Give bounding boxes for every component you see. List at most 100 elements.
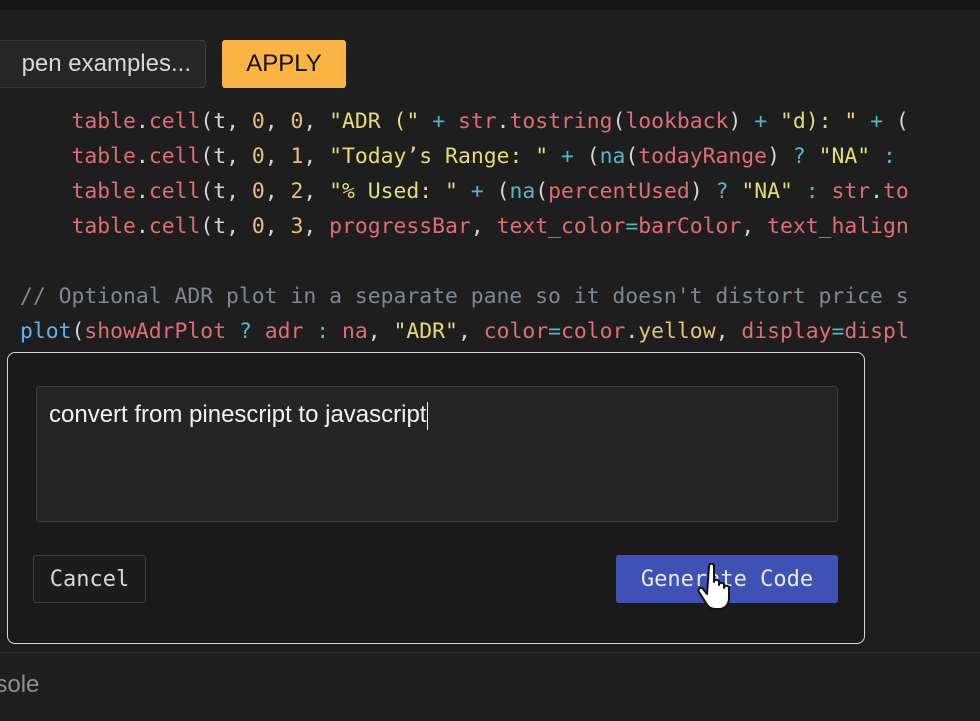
open-examples-button[interactable]: pen examples... xyxy=(0,40,206,88)
code-token: . xyxy=(135,214,149,239)
code-token: plot xyxy=(20,319,72,344)
code-token: , xyxy=(264,214,291,239)
code-token: + xyxy=(548,144,587,169)
code-token: ( xyxy=(895,109,909,134)
bottom-panel: nsole xyxy=(0,652,980,721)
code-token: = xyxy=(548,319,561,344)
code-token: ? xyxy=(226,319,265,344)
text-caret xyxy=(427,401,429,430)
apply-button[interactable]: APPLY xyxy=(222,40,346,88)
code-token: , xyxy=(741,214,768,239)
code-token: , xyxy=(457,319,484,344)
code-token: yellow xyxy=(638,319,716,344)
code-token: 2 xyxy=(290,179,304,204)
code-token: progressBar xyxy=(329,214,471,239)
code-token: 1 xyxy=(290,144,304,169)
code-token: todayRange xyxy=(638,144,768,169)
code-line: plot(showAdrPlot ? adr : na, "ADR", colo… xyxy=(20,314,909,349)
code-token: : xyxy=(303,319,342,344)
code-token: table xyxy=(71,144,136,169)
code-token: 3 xyxy=(290,214,304,239)
code-token: (t, xyxy=(200,214,252,239)
code-token: ( xyxy=(586,144,600,169)
console-tab-label: nsole xyxy=(0,671,40,698)
code-token: (t, xyxy=(200,109,252,134)
code-token: = xyxy=(625,214,639,239)
code-line: table.cell(t, 0, 1, "Today’s Range: " + … xyxy=(20,139,909,174)
code-token: cell xyxy=(148,179,201,204)
code-token: 0 xyxy=(251,179,265,204)
code-token: , xyxy=(303,144,330,169)
code-token: , xyxy=(264,144,291,169)
toolbar: pen examples... APPLY xyxy=(0,10,980,96)
code-token: color xyxy=(561,319,626,344)
code-token: , xyxy=(264,109,291,134)
code-token: . xyxy=(496,109,510,134)
code-token: // Optional ADR plot in a separate pane … xyxy=(20,284,909,309)
code-token: barColor xyxy=(638,214,742,239)
code-token: 0 xyxy=(251,144,265,169)
code-token: ) xyxy=(728,109,742,134)
code-token: "NA" xyxy=(741,179,793,204)
code-token: adr xyxy=(264,319,304,344)
code-token: ( xyxy=(625,144,639,169)
code-token: "% Used: " xyxy=(329,179,458,204)
code-token: na xyxy=(342,319,368,344)
code-token: "Today’s Range: " xyxy=(329,144,549,169)
prompt-input[interactable]: convert from pinescript to javascript xyxy=(36,386,838,522)
code-token: + xyxy=(419,109,458,134)
cancel-button[interactable]: Cancel xyxy=(33,555,146,603)
code-token: + xyxy=(857,109,896,134)
code-token: + xyxy=(741,109,780,134)
prompt-input-text: convert from pinescript to javascript xyxy=(49,401,427,428)
code-line: // Optional ADR plot in a separate pane … xyxy=(20,279,909,314)
code-token: lookback xyxy=(625,109,729,134)
code-token: ( xyxy=(496,179,510,204)
console-tab[interactable]: nsole xyxy=(0,671,39,699)
code-token: : xyxy=(870,144,896,169)
code-token: . xyxy=(135,109,149,134)
code-content: table.cell(t, 0, 0, "ADR (" + str.tostri… xyxy=(20,104,909,349)
code-token: table xyxy=(71,214,136,239)
code-token: text_halign xyxy=(767,214,909,239)
code-token: . xyxy=(135,144,149,169)
code-token: str xyxy=(457,109,497,134)
code-token: , xyxy=(470,214,497,239)
code-token: ) xyxy=(689,179,703,204)
code-token: (t, xyxy=(200,144,252,169)
code-token: ? xyxy=(702,179,742,204)
code-token: = xyxy=(831,319,845,344)
code-token: . xyxy=(135,179,149,204)
code-token: ) xyxy=(767,144,780,169)
code-token: showAdrPlot xyxy=(84,319,227,344)
code-token: ( xyxy=(535,179,549,204)
code-token: , xyxy=(303,109,330,134)
code-token: "d): " xyxy=(779,109,858,134)
code-token: . xyxy=(625,319,639,344)
code-token: ? xyxy=(779,144,819,169)
code-token: na xyxy=(509,179,536,204)
code-token: "ADR" xyxy=(393,319,458,344)
code-token: ( xyxy=(71,319,85,344)
code-token: table xyxy=(71,109,136,134)
code-token: table xyxy=(71,179,136,204)
code-token: , xyxy=(367,319,394,344)
code-token: ( xyxy=(612,109,626,134)
code-token: percentUsed xyxy=(548,179,690,204)
code-line: table.cell(t, 0, 2, "% Used: " + (na(per… xyxy=(20,174,909,209)
code-token: "NA" xyxy=(818,144,871,169)
code-token: + xyxy=(457,179,497,204)
code-line: table.cell(t, 0, 0, "ADR (" + str.tostri… xyxy=(20,104,909,139)
code-token: display xyxy=(741,319,832,344)
code-token: , xyxy=(303,214,330,239)
code-token: displ xyxy=(844,319,909,344)
code-token: . xyxy=(870,179,884,204)
code-token: 0 xyxy=(251,214,265,239)
code-token: cell xyxy=(148,144,201,169)
hand-pointer-icon xyxy=(697,562,730,610)
code-token: : xyxy=(792,179,832,204)
code-token: to xyxy=(883,179,909,204)
code-token: , xyxy=(303,179,330,204)
code-token: , xyxy=(264,179,291,204)
code-token: "ADR (" xyxy=(329,109,420,134)
